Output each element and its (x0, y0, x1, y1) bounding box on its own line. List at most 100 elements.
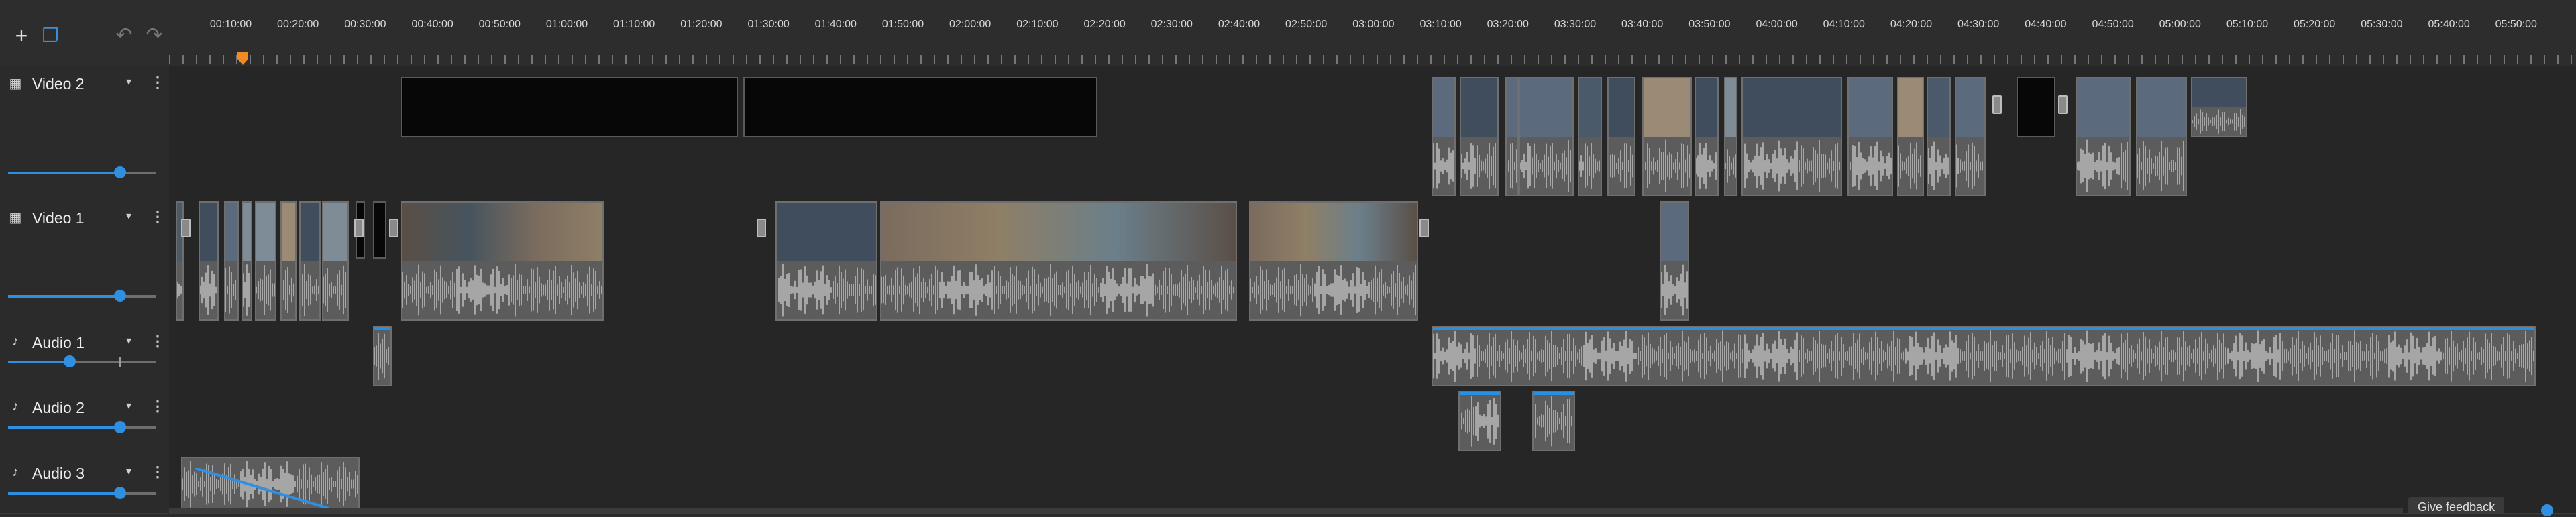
track-header-audio-1[interactable]: ♪ Audio 1 ▾ ⋮ (0, 325, 168, 390)
video-clip[interactable] (401, 77, 738, 137)
video-clip[interactable] (1724, 77, 1737, 196)
more-options-icon[interactable]: ⋮ (150, 398, 165, 415)
waveform (1433, 137, 1454, 195)
clip-thumbnail (881, 203, 1236, 261)
track-header-audio-2[interactable]: ♪ Audio 2 ▾ ⋮ (0, 390, 168, 456)
timeline-ruler[interactable]: + ❐ ↶ ↷ 00:10:00 00:20:00 00:30:00 00:40:00… (0, 0, 2576, 66)
volume-slider[interactable] (8, 290, 156, 302)
track-lane[interactable] (169, 455, 2576, 514)
video-clip[interactable] (2136, 77, 2187, 196)
video-clip[interactable] (1505, 77, 1519, 196)
transition-handle[interactable] (757, 219, 766, 237)
video-clip[interactable] (255, 201, 276, 321)
volume-slider-knob[interactable] (64, 355, 76, 367)
horizontal-scrollbar[interactable] (169, 508, 2403, 513)
video-clip[interactable] (1741, 77, 1842, 196)
chevron-down-icon[interactable]: ▾ (126, 334, 131, 347)
waveform (1460, 392, 1500, 450)
redo-icon[interactable]: ↷ (141, 22, 168, 49)
track-header-video-2[interactable]: ▦ Video 2 ▾ ⋮ (0, 66, 168, 200)
video-clip[interactable] (1460, 77, 1499, 196)
volume-slider[interactable] (8, 166, 156, 178)
give-feedback-button[interactable]: Give feedback (2408, 497, 2505, 514)
waveform (256, 261, 275, 319)
audio-clip[interactable] (1532, 391, 1575, 451)
more-options-icon[interactable]: ⋮ (150, 208, 165, 225)
clip-thumbnail (323, 203, 347, 261)
audio-clip[interactable] (1458, 391, 1501, 451)
transition-handle[interactable] (1419, 219, 1429, 237)
help-icon[interactable] (2541, 504, 2553, 516)
plus-icon[interactable]: + (8, 22, 35, 49)
waveform (301, 261, 319, 319)
video-clip[interactable] (743, 77, 1097, 137)
video-clip[interactable] (1660, 201, 1689, 321)
video-clip[interactable] (2076, 77, 2131, 196)
ruler-tick-label: 00:50:00 (478, 19, 521, 30)
clip-thumbnail (1250, 203, 1417, 261)
undo-icon[interactable]: ↶ (111, 22, 138, 49)
playhead-marker[interactable] (237, 51, 249, 66)
ruler-tick-label: 02:50:00 (1285, 19, 1328, 30)
clip-thumbnail (1520, 78, 1572, 137)
volume-default-tick (119, 357, 121, 367)
video-clip[interactable] (401, 201, 604, 321)
video-clip[interactable] (880, 201, 1237, 321)
transition-handle[interactable] (181, 219, 191, 237)
volume-slider-fill (8, 492, 121, 495)
volume-slider[interactable] (8, 487, 156, 499)
volume-slider[interactable] (8, 421, 156, 433)
transition-handle[interactable] (2058, 95, 2068, 114)
more-options-icon[interactable]: ⋮ (150, 74, 165, 91)
volume-slider-knob[interactable] (114, 166, 127, 178)
audio-clip[interactable] (373, 326, 392, 386)
transition-handle[interactable] (389, 219, 398, 237)
video-clip[interactable] (199, 201, 219, 321)
video-clip[interactable] (1432, 77, 1456, 196)
video-clip[interactable] (299, 201, 321, 321)
video-clip[interactable] (373, 201, 386, 259)
clip-thumbnail (2192, 78, 2246, 107)
chevron-down-icon[interactable]: ▾ (126, 209, 131, 223)
track-name: Audio 1 (32, 334, 85, 351)
video-clip[interactable] (775, 201, 877, 321)
chevron-down-icon[interactable]: ▾ (126, 399, 131, 412)
chevron-down-icon[interactable]: ▾ (126, 75, 131, 89)
more-options-icon[interactable]: ⋮ (150, 333, 165, 350)
video-clip[interactable] (1607, 77, 1635, 196)
track-lane[interactable] (169, 390, 2576, 456)
track-header-audio-3[interactable]: ♪ Audio 3 ▾ ⋮ (0, 455, 168, 514)
volume-slider-fill (8, 426, 121, 429)
volume-slider[interactable] (8, 355, 156, 367)
video-clip[interactable] (2017, 77, 2055, 137)
track-header-video-1[interactable]: ▦ Video 1 ▾ ⋮ (0, 200, 168, 325)
transition-handle[interactable] (1992, 95, 2002, 114)
volume-slider-knob[interactable] (114, 290, 127, 302)
audio-clip[interactable] (1432, 326, 2536, 386)
video-clip[interactable] (1897, 77, 1924, 196)
chevron-down-icon[interactable]: ▾ (126, 465, 131, 478)
volume-slider-knob[interactable] (114, 421, 127, 433)
video-clip[interactable] (1847, 77, 1893, 196)
transition-handle[interactable] (354, 219, 364, 237)
volume-slider-knob[interactable] (114, 487, 127, 499)
clip-thumbnail (1579, 78, 1601, 137)
video-clip[interactable] (1249, 201, 1418, 321)
video-clip[interactable] (1642, 77, 1692, 196)
video-clip[interactable] (224, 201, 239, 321)
duplicate-icon[interactable]: ❐ (37, 22, 64, 49)
video-clip[interactable] (241, 201, 252, 321)
video-clip[interactable] (1955, 77, 1986, 196)
ruler-tick-label: 01:10:00 (613, 19, 655, 30)
video-clip[interactable] (1519, 77, 1574, 196)
video-clip[interactable] (1695, 77, 1719, 196)
video-clip[interactable] (2191, 77, 2247, 137)
video-clip[interactable] (322, 201, 349, 321)
video-clip[interactable] (280, 201, 297, 321)
video-clip[interactable] (1927, 77, 1951, 196)
more-options-icon[interactable]: ⋮ (150, 463, 165, 481)
tracks-area[interactable] (169, 66, 2576, 514)
ruler-tick-label: 00:20:00 (277, 19, 319, 30)
video-clip[interactable] (1578, 77, 1602, 196)
ruler-tick-label: 03:10:00 (1419, 19, 1462, 30)
